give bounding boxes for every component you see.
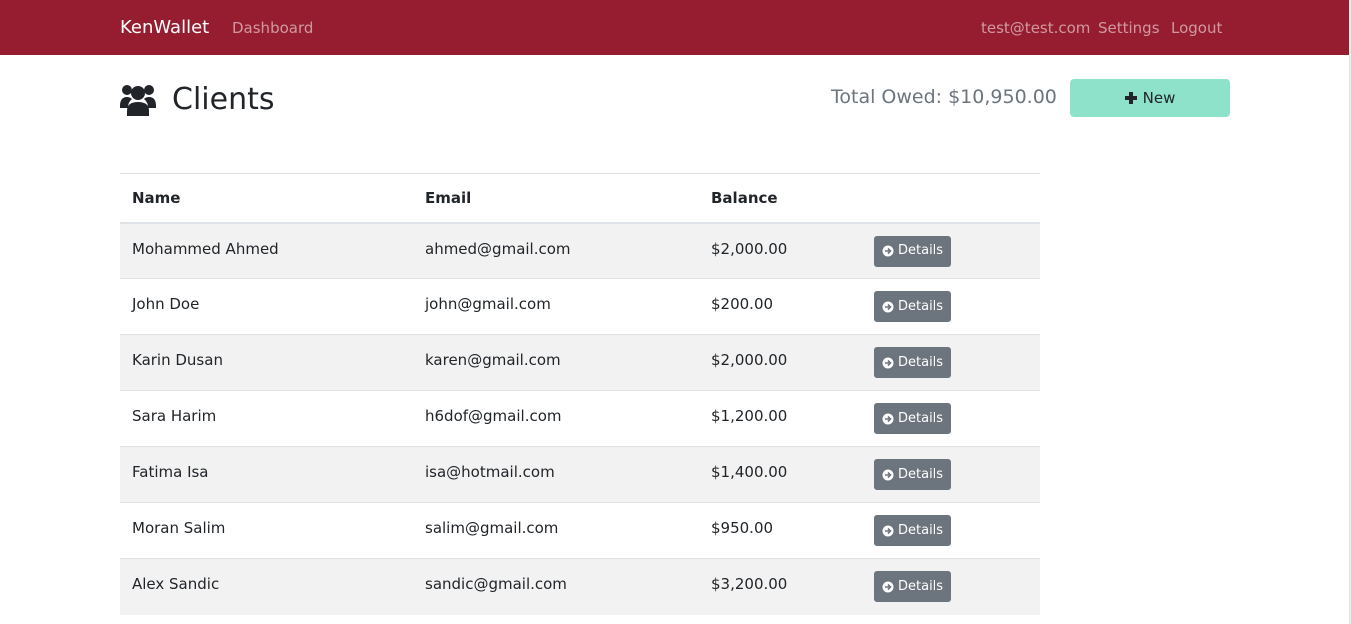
details-button[interactable]: Details: [874, 571, 952, 602]
details-button[interactable]: Details: [874, 515, 952, 546]
client-name: Karin Dusan: [132, 351, 223, 369]
table-row: Fatima Isa isa@hotmail.com $1,400.00 Det…: [120, 446, 1040, 503]
table-row: Mohammed Ahmed ahmed@gmail.com $2,000.00…: [120, 222, 1040, 279]
client-email: john@gmail.com: [425, 295, 551, 313]
client-email: salim@gmail.com: [425, 519, 559, 537]
client-email: karen@gmail.com: [425, 351, 561, 369]
client-balance: $950.00: [711, 519, 774, 537]
details-label: Details: [898, 522, 944, 538]
client-balance: $3,200.00: [711, 575, 788, 593]
total-owed: Total Owed: $10,950.00: [831, 86, 1057, 108]
details-label: Details: [898, 298, 944, 314]
table-row: Sara Harim h6dof@gmail.com $1,200.00 Det…: [120, 390, 1040, 447]
circle-arrow-right-icon: [882, 413, 894, 424]
nav-settings-link[interactable]: Settings: [1098, 18, 1160, 38]
circle-arrow-right-icon: [882, 469, 894, 480]
details-label: Details: [898, 243, 944, 258]
column-header-name: Name: [132, 188, 181, 207]
new-client-button[interactable]: New: [1070, 79, 1230, 117]
details-label: Details: [898, 466, 944, 482]
client-name: Sara Harim: [132, 407, 217, 425]
client-name: Moran Salim: [132, 519, 226, 537]
client-balance: $200.00: [711, 295, 774, 313]
column-header-email: Email: [425, 188, 472, 207]
details-label: Details: [898, 410, 944, 426]
page-title: Clients: [172, 82, 275, 117]
table-row: Karin Dusan karen@gmail.com $2,000.00 De…: [120, 334, 1040, 391]
new-button-label: New: [1142, 89, 1176, 107]
client-name: Fatima Isa: [132, 463, 209, 481]
clients-table: Name Email Balance Mohammed Ahmed ahmed@…: [120, 173, 1040, 615]
client-balance: $2,000.00: [711, 239, 788, 258]
column-header-balance: Balance: [711, 188, 778, 207]
client-balance: $1,200.00: [711, 407, 788, 425]
navbar: KenWallet Dashboard test@test.com Settin…: [0, 0, 1349, 55]
client-name: Mohammed Ahmed: [132, 239, 279, 258]
nav-user-email-link[interactable]: test@test.com: [981, 18, 1090, 38]
circle-arrow-right-icon: [882, 245, 894, 257]
details-button[interactable]: Details: [874, 235, 952, 267]
users-icon: [120, 85, 156, 116]
client-name: Alex Sandic: [132, 575, 220, 593]
client-email: isa@hotmail.com: [425, 463, 555, 481]
plus-icon: [1124, 92, 1137, 104]
details-button[interactable]: Details: [874, 403, 952, 434]
details-button[interactable]: Details: [874, 291, 952, 322]
client-email: h6dof@gmail.com: [425, 407, 562, 425]
client-balance: $1,400.00: [711, 463, 788, 481]
details-label: Details: [898, 354, 944, 370]
client-balance: $2,000.00: [711, 351, 788, 369]
client-email: ahmed@gmail.com: [425, 239, 571, 258]
details-button[interactable]: Details: [874, 459, 952, 490]
column-header-actions: [862, 174, 1040, 223]
table-row: Alex Sandic sandic@gmail.com $3,200.00 D…: [120, 558, 1040, 615]
table-row: John Doe john@gmail.com $200.00 Details: [120, 278, 1040, 335]
details-label: Details: [898, 578, 944, 594]
details-button[interactable]: Details: [874, 347, 952, 378]
circle-arrow-right-icon: [882, 301, 894, 312]
circle-arrow-right-icon: [882, 357, 894, 368]
nav-logout-link[interactable]: Logout: [1171, 18, 1222, 38]
table-row: Moran Salim salim@gmail.com $950.00 Deta…: [120, 502, 1040, 559]
circle-arrow-right-icon: [882, 581, 894, 592]
circle-arrow-right-icon: [882, 525, 894, 536]
client-name: John Doe: [132, 295, 200, 313]
nav-dashboard-link[interactable]: Dashboard: [232, 18, 313, 38]
table-header-row: Name Email Balance: [120, 173, 1040, 223]
client-email: sandic@gmail.com: [425, 575, 567, 593]
brand-link[interactable]: KenWallet: [120, 16, 209, 40]
